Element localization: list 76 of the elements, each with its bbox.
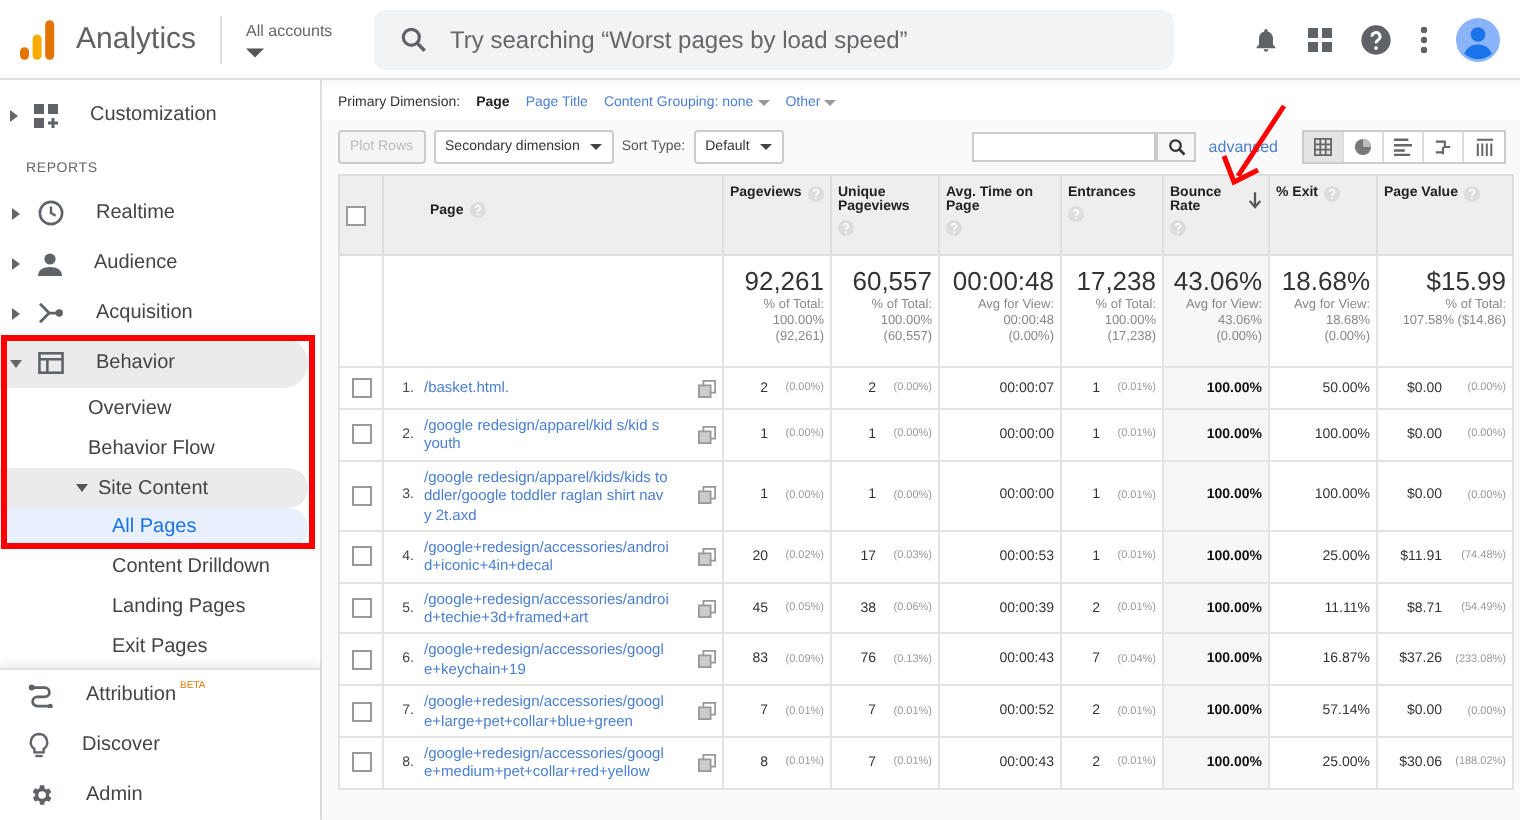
pie-chart-icon <box>1354 138 1372 156</box>
nav-item[interactable]: Content Drilldown <box>0 548 308 588</box>
nav-item[interactable]: Site Content <box>0 468 308 508</box>
apps-grid-icon[interactable] <box>1308 27 1332 51</box>
caret-icon[interactable] <box>10 207 22 219</box>
caret-icon <box>246 47 265 57</box>
nav-item[interactable]: Behavior Flow <box>0 428 308 468</box>
caret-icon[interactable] <box>10 109 18 121</box>
open-page-icon[interactable] <box>698 753 716 772</box>
browser-window-icon <box>38 352 64 374</box>
grid-icon <box>1314 138 1332 156</box>
caret-icon <box>589 144 602 150</box>
view-mode-button[interactable] <box>1304 132 1344 162</box>
total-value: 18.68% <box>1279 266 1370 296</box>
avatar-icon[interactable] <box>1456 17 1500 61</box>
search-icon <box>398 23 431 55</box>
row-checkbox[interactable] <box>351 752 371 773</box>
row-checkbox[interactable] <box>351 598 371 618</box>
branch-icon <box>38 302 64 324</box>
nav-item[interactable]: Exit Pages <box>0 628 308 668</box>
row-checkbox[interactable] <box>351 649 371 670</box>
nav-item[interactable]: Overview <box>0 388 308 428</box>
search-button[interactable] <box>1156 132 1197 162</box>
total-value: 60,557 <box>850 266 932 296</box>
nav-item[interactable]: Attribution $^{BETA}$ <box>0 670 308 720</box>
caret-icon[interactable] <box>76 482 88 494</box>
nav-item[interactable]: Audience <box>0 238 308 288</box>
caret-icon[interactable] <box>10 357 22 369</box>
lightbulb-icon <box>28 732 50 758</box>
row-checkbox[interactable] <box>351 485 371 506</box>
total-value: $15.99 <box>1424 266 1506 296</box>
more-icon[interactable] <box>1420 25 1428 53</box>
nav-item[interactable]: Landing Pages <box>0 588 308 628</box>
total-value: 92,261 <box>742 266 824 296</box>
nav-item[interactable]: Admin <box>0 770 308 820</box>
help-icon[interactable] <box>1360 23 1392 55</box>
notification-bell-icon[interactable] <box>1252 23 1280 55</box>
person-icon <box>38 251 62 275</box>
open-page-icon[interactable] <box>698 650 716 669</box>
dashboard-icon <box>34 103 58 127</box>
open-page-icon[interactable] <box>698 425 716 444</box>
open-page-icon[interactable] <box>698 379 716 397</box>
open-page-icon[interactable] <box>698 547 716 566</box>
row-checkbox[interactable] <box>351 701 371 721</box>
nav-item[interactable]: Behavior <box>0 338 308 388</box>
row-checkbox[interactable] <box>351 424 371 445</box>
account-selector[interactable]: All accounts <box>246 21 355 57</box>
open-page-icon[interactable] <box>698 702 716 720</box>
bar-list-icon <box>1394 138 1412 156</box>
filter-field[interactable] <box>972 132 1157 162</box>
nav-item[interactable]: Realtime <box>0 188 308 238</box>
pivot-icon <box>1434 138 1452 156</box>
caret-icon[interactable] <box>10 257 22 269</box>
row-checkbox[interactable] <box>351 378 371 398</box>
open-page-icon[interactable] <box>698 486 716 505</box>
caret-icon[interactable] <box>10 307 22 319</box>
nav-item[interactable]: Customization <box>0 90 308 140</box>
total-value: 17,238 <box>1074 266 1156 296</box>
nav-item[interactable]: Discover <box>0 720 308 770</box>
total-value: 00:00:48 <box>950 266 1054 296</box>
clock-icon <box>38 200 64 226</box>
nav-item[interactable]: Acquisition <box>0 288 308 338</box>
logo-icon <box>20 19 56 59</box>
columns-icon <box>1475 138 1493 156</box>
row-checkbox[interactable] <box>351 546 371 567</box>
beta-label: BETA <box>180 680 206 692</box>
select-all-checkbox[interactable] <box>346 205 366 225</box>
total-value: 43.06% <box>1171 266 1262 296</box>
route-icon <box>28 682 54 708</box>
settings-icon <box>28 782 54 808</box>
open-page-icon[interactable] <box>698 599 716 617</box>
sort-descending-icon[interactable] <box>1248 192 1262 210</box>
search-icon <box>1167 138 1186 156</box>
caret-icon <box>759 144 772 150</box>
search-field[interactable]: Try searching “Worst pages by load speed” <box>374 9 1175 69</box>
app-title: Analytics <box>76 22 197 56</box>
